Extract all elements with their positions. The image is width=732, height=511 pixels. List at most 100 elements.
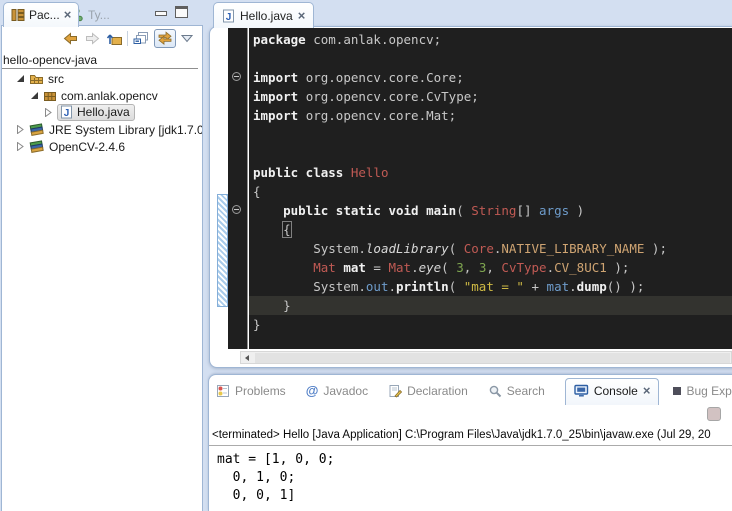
tab-package-explorer[interactable]: Pac... ×: [3, 2, 79, 27]
tree-item-label: com.anlak.opencv: [61, 89, 158, 103]
minimize-button[interactable]: [155, 11, 167, 16]
collapse-all-button[interactable]: [132, 30, 150, 48]
tab-problems[interactable]: Problems: [216, 384, 286, 398]
project-root-label[interactable]: hello-opencv-java: [3, 53, 97, 67]
code-line-12[interactable]: System.loadLibrary( Core.NATIVE_LIBRARY_…: [249, 239, 732, 258]
code-token: public static void: [283, 203, 426, 218]
eclipse-ide-window: { "left_panel": { "tabs": [ { "label": "…: [0, 0, 732, 511]
code-line-8[interactable]: public class Hello: [249, 163, 732, 182]
code-line-1[interactable]: package com.anlak.opencv;: [249, 30, 732, 49]
code-token: .: [411, 260, 419, 275]
terminate-button[interactable]: [707, 407, 721, 421]
code-token: CV_8UC1: [554, 260, 607, 275]
fold-collapse-icon[interactable]: [232, 72, 241, 81]
fold-collapse-icon[interactable]: [232, 205, 241, 214]
tab-declaration[interactable]: Declaration: [388, 384, 468, 398]
package-icon: [43, 90, 57, 102]
code-token: org.opencv.core.Core;: [306, 70, 464, 85]
close-icon[interactable]: ×: [643, 386, 651, 396]
code-token: import: [253, 70, 306, 85]
code-line-11[interactable]: {: [249, 220, 732, 239]
code-line-6[interactable]: [249, 125, 732, 144]
chevron-collapsed-icon[interactable]: [16, 125, 25, 134]
code-line-7[interactable]: [249, 144, 732, 163]
package-folder-icon: [29, 72, 44, 85]
maximize-button[interactable]: [175, 6, 188, 18]
console-output-line: mat = [1, 0, 0;: [217, 451, 334, 469]
console-status-line: <terminated> Hello [Java Application] C:…: [212, 429, 732, 441]
code-line-10[interactable]: public static void main( String[] args ): [249, 201, 732, 220]
chevron-collapsed-icon[interactable]: [16, 142, 25, 151]
close-icon[interactable]: ×: [298, 11, 306, 21]
code-line-16[interactable]: }: [249, 315, 732, 334]
code-token: Mat: [388, 260, 411, 275]
svg-text:J: J: [64, 108, 70, 119]
tab-bug-explorer[interactable]: Bug Explorer: [673, 384, 732, 398]
code-token: []: [516, 203, 539, 218]
code-line-9[interactable]: {: [249, 182, 732, 201]
code-line-15[interactable]: }: [249, 296, 732, 315]
code-token: (: [441, 260, 456, 275]
tree-item-label: JRE System Library [jdk1.7.0_25]: [49, 123, 202, 137]
tree-item-com-anlak-opencv[interactable]: com.anlak.opencv: [2, 87, 158, 104]
bottom-view-tabs: Problems @Javadoc Declaration Search Console…: [216, 377, 732, 405]
forward-button[interactable]: [83, 30, 101, 48]
code-token: org.opencv.core.Mat;: [306, 108, 457, 123]
project-separator: [2, 68, 198, 69]
code-line-4[interactable]: import org.opencv.core.CvType;: [249, 87, 732, 106]
up-button[interactable]: [105, 30, 123, 48]
chevron-expanded-icon[interactable]: [16, 74, 25, 83]
tab-search[interactable]: Search: [488, 384, 545, 398]
code-token: main: [426, 203, 456, 218]
chevron-expanded-icon[interactable]: [30, 91, 39, 100]
code-token: System.: [253, 279, 366, 294]
tab-label: Javadoc: [323, 384, 368, 398]
code-editor[interactable]: package com.anlak.opencv; import org.open…: [249, 28, 732, 349]
problems-icon: [216, 384, 230, 398]
chevron-collapsed-icon[interactable]: [44, 108, 53, 117]
tree-item-src[interactable]: src: [2, 70, 64, 87]
code-line-3[interactable]: import org.opencv.core.Core;: [249, 68, 732, 87]
code-token: String: [471, 203, 516, 218]
code-token: com.anlak.opencv;: [313, 32, 441, 47]
code-line-5[interactable]: import org.opencv.core.Mat;: [249, 106, 732, 125]
tab-javadoc[interactable]: @Javadoc: [306, 384, 368, 398]
code-line-13[interactable]: Mat mat = Mat.eye( 3, 3, CvType.CV_8UC1 …: [249, 258, 732, 277]
code-token: +: [524, 279, 547, 294]
code-token: .: [388, 279, 396, 294]
code-token: CvType: [501, 260, 546, 275]
code-line-14[interactable]: System.out.println( "mat = " + mat.dump(…: [249, 277, 732, 296]
horizontal-scrollbar[interactable]: [240, 351, 732, 364]
code-token: );: [607, 260, 630, 275]
code-token: [253, 260, 313, 275]
console-output-line: 0, 0, 1]: [217, 487, 334, 505]
declaration-icon: [388, 384, 402, 398]
link-with-editor-button[interactable]: [154, 29, 176, 48]
code-token: {: [253, 184, 261, 199]
tab-package-explorer-label: Pac...: [29, 8, 60, 22]
scrollbar-thumb[interactable]: [255, 353, 730, 363]
tab-hello-java[interactable]: J Hello.java ×: [213, 2, 314, 28]
code-token: import: [253, 89, 306, 104]
tree-item-label: Hello.java: [77, 105, 130, 119]
code-line-2[interactable]: [249, 49, 732, 68]
close-icon[interactable]: ×: [64, 10, 72, 20]
tab-type-hierarchy-label: Ty...: [88, 8, 110, 22]
code-token: [253, 203, 283, 218]
console-output[interactable]: mat = [1, 0, 0; 0, 1, 0; 0, 0, 1]: [217, 451, 334, 505]
scroll-left-arrow-icon[interactable]: [245, 355, 249, 361]
tab-label: Console: [594, 384, 638, 398]
code-token: (: [449, 279, 464, 294]
selected-item-highlight[interactable]: J Hello.java: [57, 104, 135, 121]
code-token: Mat: [313, 260, 336, 275]
back-button[interactable]: [61, 30, 79, 48]
tab-label: Bug Explorer: [686, 384, 732, 398]
code-token: Hello: [351, 165, 389, 180]
tree-item-jre-system-library-jdk1-7-0-25[interactable]: JRE System Library [jdk1.7.0_25]: [2, 121, 202, 138]
tab-console[interactable]: Console ×: [565, 378, 660, 405]
svg-text:J: J: [226, 12, 232, 23]
code-token: [253, 222, 283, 237]
tree-item-opencv-2-4-6[interactable]: OpenCV-2.4.6: [2, 138, 125, 155]
tree-item-hello-java[interactable]: J Hello.java: [2, 104, 135, 121]
view-menu-button[interactable]: [180, 30, 194, 48]
